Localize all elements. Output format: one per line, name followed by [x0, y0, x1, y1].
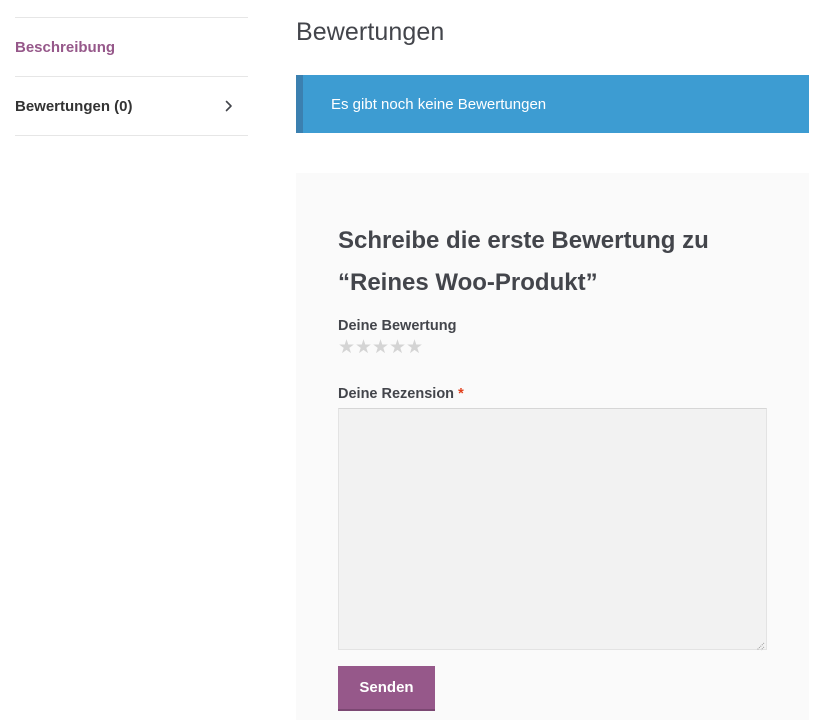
- star-rating-input: ★ ★ ★ ★ ★: [338, 338, 423, 357]
- reviews-heading: Bewertungen: [296, 18, 445, 46]
- review-label-text: Deine Rezension: [338, 386, 455, 402]
- review-textarea[interactable]: [338, 408, 767, 650]
- resize-handle-icon[interactable]: [755, 638, 765, 651]
- required-marker: *: [458, 386, 464, 402]
- no-reviews-notice: Es gibt noch keine Bewertungen: [296, 75, 809, 133]
- tab-reviews[interactable]: Bewertungen (0): [15, 77, 248, 136]
- product-tabs-page: Beschreibung Bewertungen (0) Bewertungen…: [0, 0, 823, 720]
- submit-button[interactable]: Senden: [338, 666, 435, 711]
- star-5-icon[interactable]: ★: [406, 338, 423, 357]
- tab-reviews-label: Bewertungen (0): [15, 97, 133, 115]
- tab-description[interactable]: Beschreibung: [15, 18, 248, 77]
- tab-description-label: Beschreibung: [15, 38, 116, 56]
- rating-label: Deine Bewertung: [338, 318, 457, 334]
- review-label: Deine Rezension *: [338, 386, 464, 402]
- star-2-icon[interactable]: ★: [355, 338, 372, 357]
- review-form-box: Schreibe die erste Bewertung zu “Reines …: [296, 173, 809, 720]
- star-3-icon[interactable]: ★: [372, 338, 389, 357]
- chevron-right-icon: [222, 99, 236, 113]
- star-1-icon[interactable]: ★: [338, 338, 355, 357]
- review-form-title: Schreibe die erste Bewertung zu “Reines …: [338, 227, 709, 296]
- star-4-icon[interactable]: ★: [389, 338, 406, 357]
